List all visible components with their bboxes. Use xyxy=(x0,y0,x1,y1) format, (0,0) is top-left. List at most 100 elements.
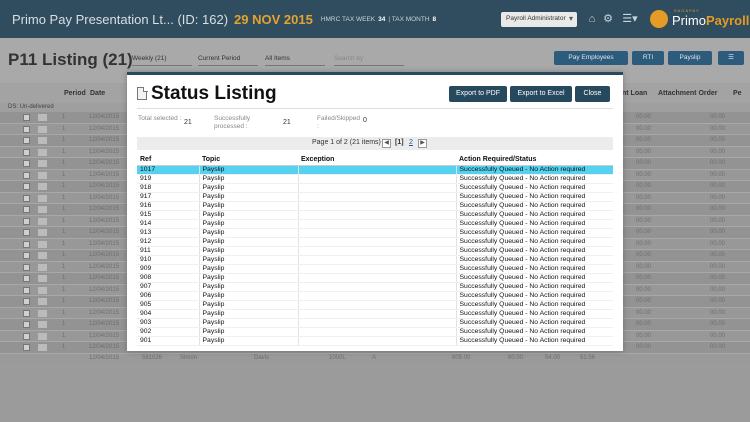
payslip-icon[interactable] xyxy=(38,298,47,305)
col-pe[interactable]: Pe xyxy=(733,90,742,97)
payslip-icon[interactable] xyxy=(38,171,47,179)
table-row[interactable]: 904 Payslip Successfully Queued - No Actio… xyxy=(137,309,613,319)
table-row[interactable]: 905 Payslip Successfully Queued - No Actio… xyxy=(137,300,613,310)
col-status[interactable]: Action Required/Status xyxy=(456,154,613,166)
cell-status: Successfully Queued - No Action required xyxy=(456,300,613,310)
row-checkbox[interactable] xyxy=(23,286,30,294)
role-select[interactable]: Payroll Administrator xyxy=(501,12,577,27)
rti-button[interactable]: RTI xyxy=(632,51,664,65)
payslip-icon[interactable] xyxy=(38,194,47,202)
row-checkbox[interactable] xyxy=(23,171,30,179)
home-icon[interactable]: ⌂ xyxy=(584,12,600,27)
next-page-icon[interactable]: ▶ xyxy=(418,139,427,148)
filter-select[interactable]: All Items xyxy=(265,53,325,66)
row-checkbox[interactable] xyxy=(23,125,30,133)
row-checkbox[interactable] xyxy=(23,114,30,121)
payslip-icon[interactable] xyxy=(38,286,47,294)
current-page: [1] xyxy=(395,139,404,146)
row-checkbox[interactable] xyxy=(23,137,30,144)
row-checkbox[interactable] xyxy=(23,206,30,213)
payslip-icon[interactable] xyxy=(38,114,47,121)
table-row[interactable]: 916 Payslip Successfully Queued - No Actio… xyxy=(137,201,613,211)
payslip-icon[interactable] xyxy=(38,252,47,259)
col-date[interactable]: Date xyxy=(90,90,105,97)
row-checkbox[interactable] xyxy=(23,183,30,190)
payslip-icon[interactable] xyxy=(38,217,47,225)
payslip-icon[interactable] xyxy=(38,275,47,282)
row-cell: 00.00 xyxy=(710,332,726,339)
row-checkbox[interactable] xyxy=(23,160,30,167)
search-input[interactable]: Search by xyxy=(334,53,404,66)
col-period[interactable]: Period xyxy=(64,90,86,97)
col-loan[interactable]: nt Loan xyxy=(622,90,647,97)
payslip-icon[interactable] xyxy=(38,263,47,271)
cell-status: Successfully Queued - No Action required xyxy=(456,183,613,193)
row-checkbox[interactable] xyxy=(23,263,30,271)
row-checkbox[interactable] xyxy=(23,194,30,202)
table-row[interactable]: 917 Payslip Successfully Queued - No Actio… xyxy=(137,192,613,202)
row-checkbox[interactable] xyxy=(23,298,30,305)
row-checkbox[interactable] xyxy=(23,148,30,156)
payslip-icon[interactable] xyxy=(38,160,47,167)
table-row[interactable]: 915 Payslip Successfully Queued - No Actio… xyxy=(137,210,613,220)
row-checkbox[interactable] xyxy=(23,240,30,248)
cell-topic: Payslip xyxy=(199,183,299,193)
table-row[interactable]: 902 Payslip Successfully Queued - No Actio… xyxy=(137,327,613,337)
export-excel-button[interactable]: Export to Excel xyxy=(510,86,572,102)
payslip-icon[interactable] xyxy=(38,321,47,328)
period-select[interactable]: Current Period xyxy=(198,53,258,66)
payslip-icon[interactable] xyxy=(38,332,47,340)
row-checkbox[interactable] xyxy=(23,332,30,340)
row-cell: 1 xyxy=(62,114,66,120)
close-button[interactable]: Close xyxy=(575,86,610,102)
row-checkbox[interactable] xyxy=(23,252,30,259)
table-row[interactable]: 907 Payslip Successfully Queued - No Actio… xyxy=(137,282,613,292)
payslip-icon[interactable] xyxy=(38,240,47,248)
row-checkbox[interactable] xyxy=(23,275,30,282)
cell-ref: 917 xyxy=(137,192,200,202)
page-2-link[interactable]: 2 xyxy=(409,139,413,146)
table-row[interactable]: 1017 Payslip Successfully Queued - No Acti… xyxy=(137,165,613,175)
payslip-icon[interactable] xyxy=(38,148,47,156)
export-pdf-button[interactable]: Export to PDF xyxy=(449,86,507,102)
table-row[interactable]: 901 Payslip Successfully Queued - No Actio… xyxy=(137,336,613,346)
list-menu-icon[interactable]: ☰ xyxy=(718,51,744,65)
payslip-button[interactable]: Payslip xyxy=(668,51,712,65)
payslip-icon[interactable] xyxy=(38,309,47,317)
payslip-icon[interactable] xyxy=(38,229,47,236)
payslip-icon[interactable] xyxy=(38,183,47,190)
period-type-select[interactable]: Weekly (21) xyxy=(132,53,192,66)
row-checkbox[interactable] xyxy=(23,309,30,317)
row-checkbox[interactable] xyxy=(23,344,30,351)
row-checkbox[interactable] xyxy=(23,321,30,328)
payslip-icon[interactable] xyxy=(38,137,47,144)
table-row[interactable]: 903 Payslip Successfully Queued - No Actio… xyxy=(137,318,613,328)
logo-text: PrimoPayroll xyxy=(672,13,749,28)
table-row[interactable]: 911 Payslip Successfully Queued - No Actio… xyxy=(137,246,613,256)
table-row[interactable]: 918 Payslip Successfully Queued - No Actio… xyxy=(137,183,613,193)
payslip-icon[interactable] xyxy=(38,206,47,213)
table-row[interactable]: 906 Payslip Successfully Queued - No Actio… xyxy=(137,291,613,301)
table-row[interactable]: 910 Payslip Successfully Queued - No Actio… xyxy=(137,255,613,265)
col-topic[interactable]: Topic xyxy=(199,154,298,166)
col-attachment-order[interactable]: Attachment Order xyxy=(658,90,718,97)
table-row[interactable]: 908 Payslip Successfully Queued - No Actio… xyxy=(137,273,613,283)
table-row[interactable]: 913 Payslip Successfully Queued - No Actio… xyxy=(137,228,613,238)
table-row[interactable]: 912 Payslip Successfully Queued - No Actio… xyxy=(137,237,613,247)
payslip-icon[interactable] xyxy=(38,125,47,133)
col-exception[interactable]: Exception xyxy=(298,154,456,166)
row-checkbox[interactable] xyxy=(23,229,30,236)
row-checkbox[interactable] xyxy=(23,217,30,225)
pay-employees-button[interactable]: Pay Employees xyxy=(554,51,628,65)
row-cell: 00.00 xyxy=(636,240,652,247)
gear-icon[interactable]: ⚙ xyxy=(600,12,616,27)
prev-page-icon[interactable]: ◀ xyxy=(382,139,391,148)
row-cell: 12/04/2015 xyxy=(89,275,120,281)
menu-icon[interactable]: ☰▾ xyxy=(620,12,640,27)
company-title[interactable]: Primo Pay Presentation Lt... (ID: 162) xyxy=(12,12,228,27)
table-row[interactable]: 919 Payslip Successfully Queued - No Actio… xyxy=(137,174,613,184)
table-row[interactable]: 909 Payslip Successfully Queued - No Actio… xyxy=(137,264,613,274)
col-ref[interactable]: Ref xyxy=(137,154,199,166)
payslip-icon[interactable] xyxy=(38,344,47,351)
table-row[interactable]: 914 Payslip Successfully Queued - No Actio… xyxy=(137,219,613,229)
